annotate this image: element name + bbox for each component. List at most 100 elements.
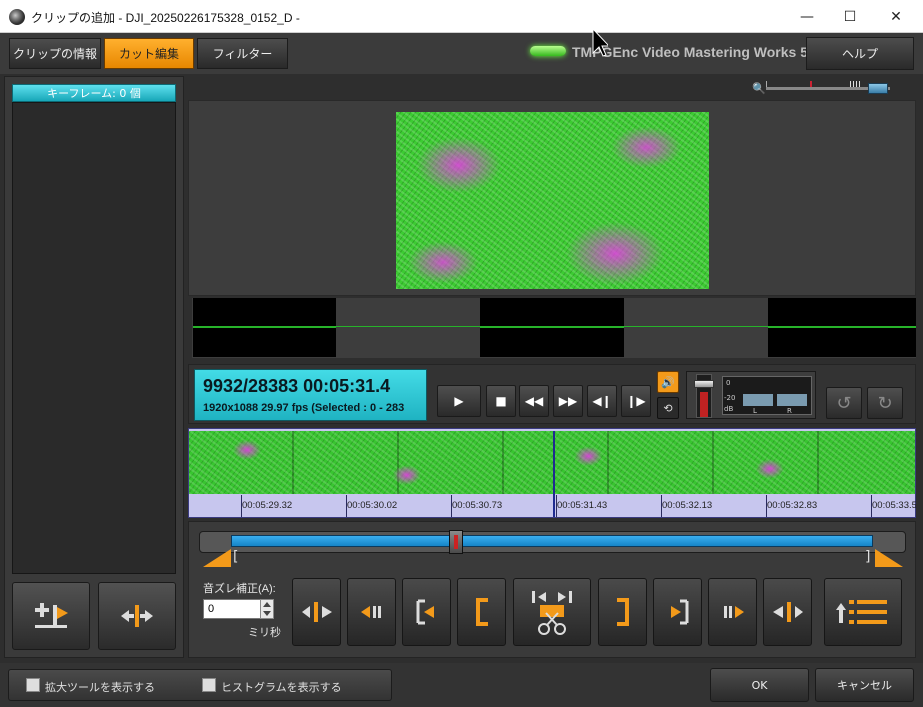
fast-forward-button[interactable]: ▶▶ xyxy=(553,385,583,417)
fast-forward-icon: ▶▶ xyxy=(558,394,578,408)
waveform-line xyxy=(624,326,768,327)
step-back-icon xyxy=(360,606,381,618)
keyframe-header: キーフレーム: 0 個 xyxy=(12,84,176,102)
zoom-thumb[interactable] xyxy=(868,83,888,94)
tab-cut-edit[interactable]: カット編集 xyxy=(104,38,194,69)
audio-offset-stepper[interactable] xyxy=(260,599,274,619)
show-histogram-label: ヒストグラムを表示する xyxy=(221,682,342,694)
go-to-start-button[interactable] xyxy=(292,578,341,646)
frame-timecode: 9932/28383 00:05:31.4 xyxy=(203,376,391,396)
timeline-cursor[interactable] xyxy=(553,431,555,517)
in-point-jump-icon xyxy=(416,599,434,625)
show-zoom-tool-checkbox[interactable] xyxy=(26,678,40,692)
timeline-tick-label: 00:05:33.5 xyxy=(872,500,916,511)
waveform-block xyxy=(193,298,336,357)
redo-icon: ↻ xyxy=(877,392,893,414)
stop-button[interactable]: ■ xyxy=(486,385,516,417)
video-info: 1920x1088 29.97 fps (Selected : 0 - 283 xyxy=(203,402,405,414)
add-keyframe-icon xyxy=(35,603,68,628)
selection-range xyxy=(231,535,873,547)
waveform-line xyxy=(336,326,480,327)
add-keyframe-button[interactable] xyxy=(12,582,90,650)
thumbnail-strip xyxy=(189,431,915,494)
timeline-tick-label: 00:05:32.13 xyxy=(662,500,713,511)
start-marker-icon[interactable] xyxy=(203,549,231,567)
video-preview xyxy=(396,112,709,289)
cut-list-icon xyxy=(836,600,887,624)
play-button[interactable]: ▶ xyxy=(437,385,481,417)
step-back-button[interactable] xyxy=(347,578,396,646)
waveform-block xyxy=(480,298,624,357)
maximize-button[interactable]: ☐ xyxy=(827,0,873,33)
go-to-end-button[interactable] xyxy=(763,578,812,646)
next-frame-button[interactable]: ❙▶ xyxy=(621,385,651,417)
mouse-cursor-icon xyxy=(592,28,608,57)
set-in-point-button[interactable] xyxy=(457,578,506,646)
keyframe-list[interactable] xyxy=(12,102,176,574)
tab-filter[interactable]: フィルター xyxy=(197,38,288,69)
seek-thumb[interactable] xyxy=(449,530,463,554)
timeline-tick-label: 00:05:31.43 xyxy=(557,500,608,511)
go-to-start-icon xyxy=(301,602,332,622)
go-to-out-point-button[interactable] xyxy=(653,578,702,646)
add-to-cut-list-button[interactable] xyxy=(824,578,902,646)
show-zoom-tool-label: 拡大ツールを表示する xyxy=(45,682,155,694)
minimize-button[interactable]: — xyxy=(784,0,830,33)
prev-frame-button[interactable]: ◀❙ xyxy=(587,385,617,417)
redo-button[interactable]: ↻ xyxy=(867,387,903,419)
left-channel-bar xyxy=(743,394,773,406)
in-bracket-icon xyxy=(475,598,488,626)
show-histogram-checkbox[interactable] xyxy=(202,678,216,692)
undo-button[interactable]: ↺ xyxy=(826,387,862,419)
window-title: クリップの追加 - DJI_20250226175328_0152_D - xyxy=(31,11,300,25)
go-to-end-icon xyxy=(772,602,803,622)
step-forward-icon xyxy=(723,606,744,618)
audio-offset-input[interactable] xyxy=(203,599,261,619)
out-bracket-icon xyxy=(616,598,629,626)
level-meter: 0 -20 dB L R xyxy=(722,376,812,415)
right-channel-bar xyxy=(777,394,807,406)
timeline-tick-label: 00:05:30.73 xyxy=(452,500,503,511)
loop-icon: ⟲ xyxy=(663,401,673,415)
app-icon xyxy=(9,9,25,25)
timeline-tick-label: 00:05:32.83 xyxy=(767,500,818,511)
volume-knob[interactable] xyxy=(694,380,714,388)
cancel-button[interactable]: キャンセル xyxy=(815,668,914,702)
tab-clip-info[interactable]: クリップの情報 xyxy=(9,38,101,69)
cut-button[interactable] xyxy=(513,578,591,646)
loop-button[interactable]: ⟲ xyxy=(657,397,679,419)
undo-icon: ↺ xyxy=(836,392,852,414)
next-frame-icon: ❙▶ xyxy=(626,394,646,408)
step-forward-button[interactable] xyxy=(708,578,757,646)
audio-offset-unit: ミリ秒 xyxy=(248,627,281,639)
audio-toggle-button[interactable]: 🔊 xyxy=(657,371,679,393)
meter-scale-20: -20 xyxy=(724,394,736,402)
go-to-in-point-button[interactable] xyxy=(402,578,451,646)
ok-button[interactable]: OK xyxy=(710,668,809,702)
start-bracket-icon: [ xyxy=(233,549,239,565)
close-button[interactable]: ✕ xyxy=(873,0,919,33)
rewind-button[interactable]: ◀◀ xyxy=(519,385,549,417)
out-point-jump-icon xyxy=(670,599,688,625)
zoom-tick xyxy=(766,81,767,87)
scissors-icon xyxy=(532,591,572,635)
prev-frame-icon: ◀❙ xyxy=(592,394,612,408)
meter-scale-0: 0 xyxy=(726,379,731,387)
right-channel-label: R xyxy=(787,407,792,415)
help-button[interactable]: ヘルプ xyxy=(806,37,914,70)
play-icon: ▶ xyxy=(454,394,464,408)
timeline-tick-label: 00:05:29.32 xyxy=(242,500,293,511)
volume-level xyxy=(700,392,708,417)
magnifier-icon: 🔍 xyxy=(752,82,766,95)
meter-db-label: dB xyxy=(724,405,734,413)
split-keyframe-button[interactable] xyxy=(98,582,176,650)
rewind-icon: ◀◀ xyxy=(524,394,544,408)
split-icon xyxy=(121,605,153,627)
display-options: 拡大ツールを表示する ヒストグラムを表示する xyxy=(8,669,392,701)
end-marker-icon[interactable] xyxy=(875,549,903,567)
zoom-marker xyxy=(810,81,812,87)
set-out-point-button[interactable] xyxy=(598,578,647,646)
zoom-ticks xyxy=(850,81,860,87)
stop-icon: ■ xyxy=(495,394,507,408)
end-bracket-icon: ] xyxy=(865,549,871,565)
